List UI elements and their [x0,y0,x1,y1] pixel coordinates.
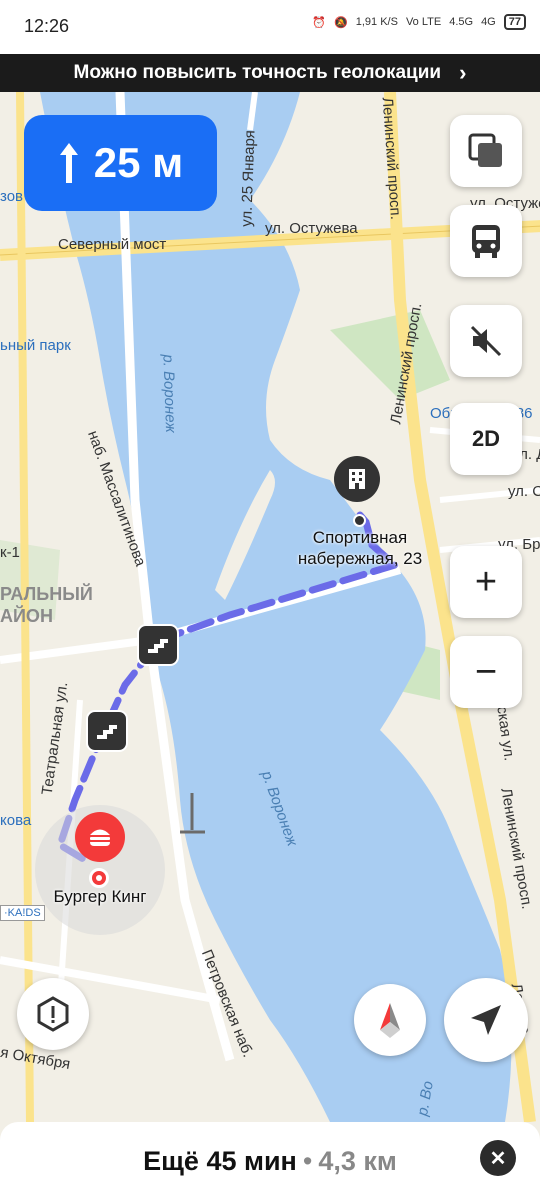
destination-label[interactable]: Спортивная набережная, 23 [290,527,430,569]
warning-shield-icon [37,996,69,1032]
view-mode-button[interactable]: 2D [450,403,522,475]
district-label: РАЛЬНЫЙ [0,584,93,604]
separator-dot: • [302,1145,313,1176]
minus-icon: − [474,650,498,693]
destination-point [353,514,366,527]
signal-icon: 4.5G [449,16,474,28]
stairs-icon [137,624,179,666]
sound-toggle-button[interactable] [450,305,522,377]
street-label: ул. 25 Января [238,129,259,228]
status-icons: ⏰ 🔕 1,91 K/S Vo LTE 4.5G 4G 77 [312,14,526,30]
route-summary-panel[interactable]: Ещё 45 мин • 4,3 км [0,1122,540,1200]
eta-text: Ещё 45 мин [143,1145,297,1176]
river-label: р. Воронеж [159,353,180,434]
sound-off-icon [470,325,502,357]
park-label: ьный парк [0,337,71,354]
shop-label: ·KA!DS [0,905,45,921]
view-mode-label: 2D [471,426,501,451]
status-time: 12:26 [24,16,70,36]
locate-me-button[interactable] [444,978,528,1062]
chevron-right-icon: › [459,60,467,85]
building-icon [349,469,365,489]
battery-icon: 77 [503,14,526,30]
stairs-icon [86,710,128,752]
mute-icon: 🔕 [334,16,348,29]
plus-icon: + [474,560,498,603]
compass-button[interactable] [354,984,426,1056]
locate-arrow-icon [471,1005,501,1035]
alarm-icon: ⏰ [312,16,327,29]
street-label: ул. Остужева [265,220,358,237]
volte-icon: Vo LTE [405,16,442,28]
close-route-button[interactable]: ✕ [480,1140,516,1176]
place-label: кова [0,812,32,829]
geolocation-accuracy-banner[interactable]: Можно повысить точность геолокации › [0,54,540,92]
zoom-in-button[interactable]: + [450,546,522,618]
district-label: АЙОН [0,606,53,626]
place-label: зов [0,188,24,205]
burger-icon [90,829,110,846]
net-speed: 1,91 K/S [355,16,398,28]
building-poi-pin[interactable] [334,456,380,502]
route-summary: Ещё 45 мин • 4,3 км [0,1122,540,1200]
transport-button[interactable] [450,205,522,277]
street-label: ул. С [508,483,540,500]
zoom-out-button[interactable]: − [450,636,522,708]
geo-banner-text: Можно повысить точность геолокации [73,62,442,83]
arrow-up-icon [59,143,78,183]
start-label[interactable]: Бургер Кинг [45,886,155,907]
report-road-event-button[interactable] [17,978,89,1050]
maneuver-distance: 25 м [93,139,184,186]
close-icon: ✕ [489,1147,507,1170]
bus-icon [472,225,500,258]
route-start-marker [89,868,109,888]
burger-poi-pin[interactable] [75,812,125,862]
layers-button[interactable] [450,115,522,187]
compass-icon [380,1003,400,1038]
layers-icon [468,133,502,167]
signal-icon: 4G [481,16,496,28]
status-bar: 12:26 ⏰ 🔕 1,91 K/S Vo LTE 4.5G 4G 77 [0,0,540,54]
remaining-distance: 4,3 км [318,1145,397,1176]
maneuver-panel[interactable]: 25 м [24,115,217,211]
street-label: Северный мост [58,236,167,253]
street-label: к-1 [0,544,20,561]
